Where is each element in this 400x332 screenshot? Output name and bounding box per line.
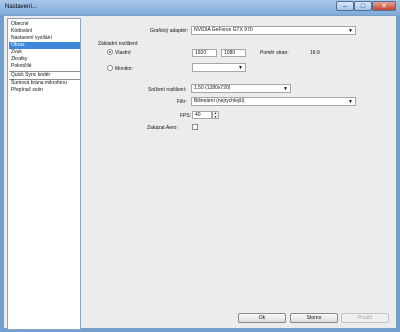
graphics-adapter-dropdown[interactable]: NVIDIA GeForce GTX 970 ▼: [191, 26, 356, 35]
window-title: Nastavení...: [5, 4, 38, 10]
sidebar-item-advanced[interactable]: Pokročilé: [9, 63, 80, 70]
monitor-label: Monitor:: [115, 66, 134, 72]
sidebar-item-hotkeys[interactable]: Zkratky: [9, 56, 80, 63]
cancel-button[interactable]: Storno: [290, 313, 338, 323]
disable-aero-label: Zakázat Aero:: [147, 125, 178, 131]
sidebar-item-scene-switcher[interactable]: Přepínač scén: [9, 87, 80, 94]
fps-input[interactable]: 40: [192, 111, 212, 119]
sidebar-item-audio[interactable]: Zvuk: [9, 49, 80, 56]
spin-down-icon: ▼: [214, 115, 217, 119]
aspect-ratio-label: Poměr stran:: [260, 50, 289, 56]
monitor-dropdown[interactable]: ▼: [192, 63, 246, 72]
settings-sidebar: Obecné Kódování Nastavení vysílání Obraz…: [7, 18, 81, 330]
filter-value: Bilineární (nejrychlejší): [194, 98, 245, 104]
sidebar-item-broadcast-settings[interactable]: Nastavení vysílání: [9, 35, 80, 42]
sidebar-item-video[interactable]: Obraz: [9, 42, 80, 49]
filter-label: Filtr:: [177, 99, 187, 105]
sidebar-item-encoding[interactable]: Kódování: [9, 28, 80, 35]
chevron-down-icon: ▼: [283, 86, 288, 92]
chevron-down-icon: ▼: [348, 28, 353, 34]
chevron-down-icon: ▼: [348, 99, 353, 105]
downscale-dropdown[interactable]: 1.50 (1280x720) ▼: [191, 84, 291, 93]
sidebar-item-microphone-noise-gate[interactable]: Šumová brána mikrofonu: [9, 80, 80, 87]
maximize-icon: □: [360, 2, 366, 10]
apply-button[interactable]: Použít: [341, 313, 389, 323]
monitor-resolution-radio[interactable]: [107, 65, 113, 71]
fps-spinner[interactable]: ▲ ▼: [212, 111, 219, 119]
settings-window: Nastavení... – □ ✕ Obecné Kódování Nasta…: [0, 0, 400, 332]
base-resolution-label: Základní rozlišení:: [98, 41, 139, 47]
custom-resolution-label: Vlastní:: [115, 50, 132, 56]
resolution-height-input[interactable]: 1080: [221, 49, 246, 57]
ok-button[interactable]: Ok: [238, 313, 286, 323]
maximize-button[interactable]: □: [354, 1, 372, 11]
minimize-button[interactable]: –: [336, 1, 354, 11]
fps-label: FPS:: [180, 113, 192, 119]
graphics-adapter-value: NVIDIA GeForce GTX 970: [194, 27, 253, 33]
resolution-width-input[interactable]: 1920: [192, 49, 217, 57]
chevron-down-icon: ▼: [238, 65, 243, 71]
graphics-adapter-label: Grafický adaptér:: [150, 28, 189, 34]
video-settings-panel: Grafický adaptér: NVIDIA GeForce GTX 970…: [82, 18, 396, 330]
aspect-ratio-value: 16:9: [310, 50, 320, 56]
close-icon: ✕: [381, 2, 387, 10]
custom-resolution-radio[interactable]: [107, 49, 113, 55]
sidebar-item-general[interactable]: Obecné: [9, 21, 80, 28]
disable-aero-checkbox[interactable]: [192, 124, 198, 130]
downscale-label: Snížení rozlišení:: [148, 87, 187, 93]
sidebar-item-quick-sync-encoder[interactable]: Quick Sync kodér: [9, 72, 80, 79]
close-button[interactable]: ✕: [372, 1, 396, 11]
minimize-icon: –: [343, 2, 347, 10]
filter-dropdown[interactable]: Bilineární (nejrychlejší) ▼: [191, 97, 356, 106]
title-bar: Nastavení... – □ ✕: [0, 0, 400, 15]
downscale-value: 1.50 (1280x720): [194, 85, 231, 91]
